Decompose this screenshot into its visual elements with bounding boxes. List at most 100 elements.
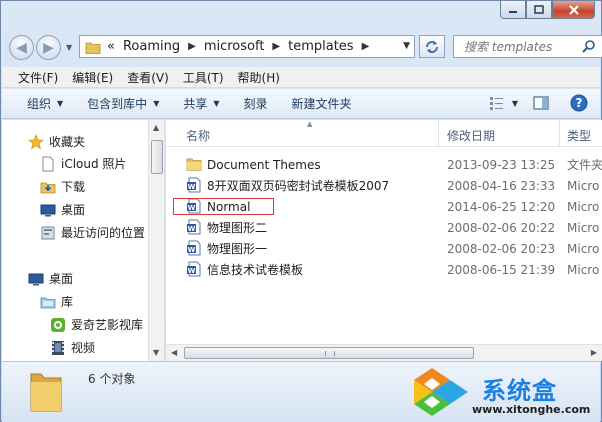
column-type[interactable]: 类型 [567,127,591,144]
nav-item-downloads[interactable]: 下载 [40,176,85,197]
library-icon [40,297,56,308]
nav-item-iqiyi-library[interactable]: 爱奇艺影视库 [50,314,143,335]
nav-item-videos[interactable]: 视频 [50,337,95,358]
folder-icon [85,42,101,54]
breadcrumb-separator-icon[interactable]: ▶ [188,41,196,52]
organize-button[interactable]: 组织 ▼ [27,95,63,112]
brand-title: 系统盒 [482,377,557,405]
scrollbar-thumb[interactable] [184,347,474,359]
back-button[interactable]: ◀ [9,35,34,60]
details-pane: 6 个对象 系统盒 www.xitonghe.com [2,361,600,422]
scroll-right-icon[interactable]: ▶ [591,348,597,357]
nav-item-recent-places[interactable]: 最近访问的位置 [40,222,145,243]
menu-bar: 文件(F) 编辑(E) 查看(V) 工具(T) 帮助(H) [2,67,600,88]
breadcrumb-microsoft[interactable]: microsoft [204,39,265,54]
view-dropdown-button[interactable]: ▼ [512,99,518,108]
navigation-scrollbar[interactable]: ▲ ▼ [148,120,165,361]
share-button[interactable]: 共享 ▼ [183,95,219,112]
scroll-up-icon[interactable]: ▲ [153,123,159,132]
new-folder-label: 新建文件夹 [291,97,352,111]
navigation-pane: 收藏夹 iCloud 照片 下载 桌面 最近访问的位置 桌面 库 爱奇艺影视库 [2,120,148,361]
file-row[interactable]: W 8开双面双页码密封试卷模板2007 2008-04-16 23:33 Mic… [166,175,602,196]
nav-item-desktop[interactable]: 桌面 [28,268,73,289]
blank-file-icon [42,156,54,171]
refresh-button[interactable] [419,35,445,58]
breadcrumb-templates[interactable]: templates [288,39,353,54]
new-folder-button[interactable]: 新建文件夹 [292,95,352,112]
menu-file[interactable]: 文件(F) [18,69,58,86]
file-type: Micro [567,241,600,256]
svg-text:W: W [188,183,196,191]
horizontal-scrollbar[interactable]: ◀ ▶ [166,344,602,361]
video-library-icon [52,340,64,355]
star-icon [28,133,44,150]
nav-label: 视频 [71,341,96,355]
column-name[interactable]: 名称 [186,127,210,144]
column-divider[interactable] [438,120,439,147]
scrollbar-thumb[interactable] [151,140,163,174]
command-bar: 组织 ▼ 包含到库中 ▼ 共享 ▼ 刻录 新建文件夹 ▼ ? [2,89,600,119]
help-icon[interactable]: ? [570,94,588,112]
file-row[interactable]: W 信息技术试卷模板 2008-06-15 21:39 Micro [166,259,602,280]
maximize-button[interactable] [526,1,552,19]
nav-item-library[interactable]: 库 [40,291,73,312]
word-doc-icon: W [187,177,201,193]
logo-icon [414,368,468,416]
breadcrumb-overflow[interactable]: « [107,39,115,54]
nav-item-desktop-favorite[interactable]: 桌面 [40,199,85,220]
search-box[interactable] [453,35,602,58]
word-doc-icon: W [187,219,201,235]
burn-button[interactable]: 刻录 [244,95,268,112]
file-date: 2008-02-06 20:22 [447,220,556,235]
nav-label: 桌面 [49,272,74,286]
include-label: 包含到库中 [87,97,148,111]
file-date: 2008-06-15 21:39 [447,262,556,277]
view-controls: ▼ ? [488,94,588,112]
address-bar[interactable]: « Roaming ▶ microsoft ▶ templates ▶ ▼ [79,35,415,58]
file-type: 文件夹 [567,158,602,172]
column-divider[interactable] [559,120,560,147]
preview-pane-icon[interactable] [532,95,550,111]
word-doc-icon: W [187,240,201,256]
nav-item-favorites[interactable]: 收藏夹 [28,131,85,152]
close-button[interactable] [552,1,595,19]
breadcrumb-separator-icon[interactable]: ▶ [272,41,280,52]
desktop-icon [28,273,44,285]
column-date[interactable]: 修改日期 [447,127,495,144]
file-row[interactable]: W 物理图形二 2008-02-06 20:22 Micro [166,217,602,238]
breadcrumb-separator-icon[interactable]: ▶ [362,41,370,52]
search-icon[interactable] [582,39,596,53]
scroll-down-icon[interactable]: ▼ [153,348,159,357]
watermark-logo: 系统盒 www.xitonghe.com [410,366,600,422]
file-name: 信息技术试卷模板 [207,263,304,277]
navigation-row: ◀ ▶ ▼ « Roaming ▶ microsoft ▶ templates … [9,33,602,61]
nav-label: 下载 [61,180,86,194]
minimize-icon [509,10,517,13]
file-row[interactable]: Document Themes 2013-09-23 13:25 文件夹 [166,154,602,175]
file-date: 2008-02-06 20:23 [447,241,556,256]
nav-item-icloud[interactable]: iCloud 照片 [40,153,126,174]
folder-icon [30,373,62,412]
minimize-button[interactable] [500,1,526,19]
column-headers: ▲ 名称 修改日期 类型 [166,120,602,147]
nav-label: 收藏夹 [49,135,86,149]
close-icon [568,4,579,15]
refresh-icon [426,40,438,53]
menu-help[interactable]: 帮助(H) [238,69,280,86]
menu-view[interactable]: 查看(V) [127,69,169,86]
view-list-icon[interactable] [488,95,506,111]
share-label: 共享 [183,97,208,111]
item-count: 6 个对象 [88,372,136,386]
brand-url: www.xitonghe.com [472,403,591,416]
forward-button[interactable]: ▶ [36,35,61,60]
address-dropdown-button[interactable]: ▼ [403,41,410,51]
include-in-library-button[interactable]: 包含到库中 ▼ [87,95,159,112]
file-row[interactable]: W 物理图形一 2008-02-06 20:23 Micro [166,238,602,259]
nav-label: 库 [61,295,74,309]
breadcrumb-roaming[interactable]: Roaming [123,39,180,54]
history-dropdown-button[interactable]: ▼ [66,43,72,52]
scroll-left-icon[interactable]: ◀ [171,348,177,357]
menu-tools[interactable]: 工具(T) [183,69,224,86]
search-input[interactable] [464,39,579,54]
menu-edit[interactable]: 编辑(E) [72,69,113,86]
